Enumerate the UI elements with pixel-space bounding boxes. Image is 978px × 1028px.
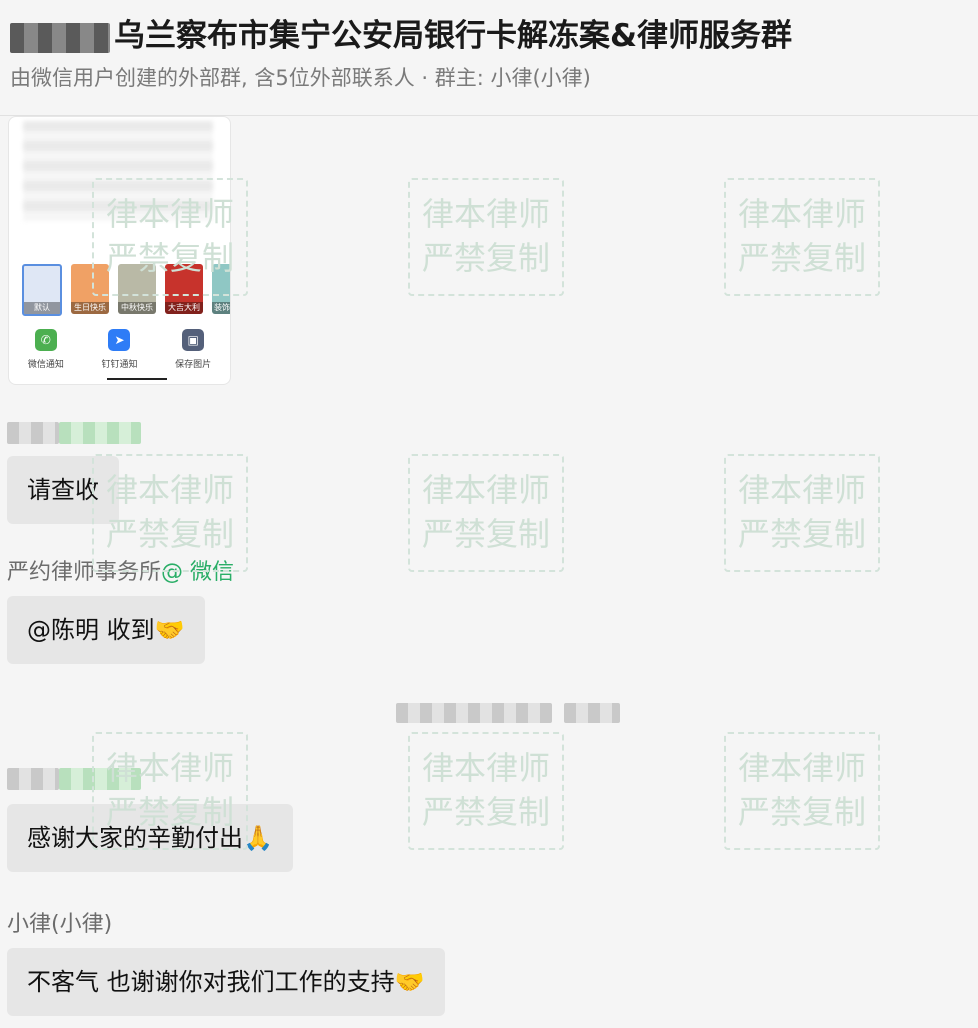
share-wechat[interactable]: ✆ 微信通知 [16,329,76,370]
share-dingtalk[interactable]: ➤ 钉钉通知 [89,329,149,370]
group-subtitle: 由微信用户创建的外部群, 含5位外部联系人 · 群主: 小律(小律) [10,66,591,90]
dingtalk-icon: ➤ [108,329,131,351]
message-sender: 小律(小律) [7,912,113,937]
thumbnail-midautumn[interactable]: 中秋快乐 [118,264,156,314]
message-bubble[interactable]: @陈明 收到🤝 [7,596,205,664]
message-bubble[interactable]: 请查收 [7,456,119,524]
template-thumbnails: 默认 生日快乐 中秋快乐 大吉大利 装饰 [22,264,230,316]
chat-header: 乌兰察布市集宁公安局银行卡解冻案&律师服务群 由微信用户创建的外部群, 含5位外… [0,0,978,116]
message-list[interactable]: 默认 生日快乐 中秋快乐 大吉大利 装饰 ✆ 微信通知 ➤ 钉钉通知 ▣ 保存图片 请… [0,116,978,1028]
message-sender-redacted [7,420,141,445]
thumbnail-decor[interactable]: 装饰 [212,264,230,314]
redacted-image-content [23,121,213,221]
watermark: 律本律师 严禁复制 [724,454,880,572]
message-bubble[interactable]: 不客气 也谢谢你对我们工作的支持🤝 [7,948,445,1016]
share-options: ✆ 微信通知 ➤ 钉钉通知 ▣ 保存图片 [9,329,230,370]
group-title-text: 乌兰察布市集宁公安局银行卡解冻案&律师服务群 [114,18,793,54]
save-image-icon: ▣ [182,329,205,351]
image-message-card[interactable]: 默认 生日快乐 中秋快乐 大吉大利 装饰 ✆ 微信通知 ➤ 钉钉通知 ▣ 保存图片 [8,116,231,385]
system-notice-redacted [396,702,620,723]
message-sender-redacted [7,766,141,791]
thumbnail-birthday[interactable]: 生日快乐 [71,264,109,314]
share-save-image[interactable]: ▣ 保存图片 [163,329,223,370]
wechat-icon: ✆ [34,329,57,351]
watermark: 律本律师 严禁复制 [724,732,880,850]
watermark: 律本律师 严禁复制 [408,178,564,296]
sender-name: 严约律师事务所 [7,560,162,585]
message-bubble[interactable]: 感谢大家的辛勤付出🙏 [7,804,293,872]
thumbnail-lucky[interactable]: 大吉大利 [165,264,203,314]
group-title[interactable]: 乌兰察布市集宁公安局银行卡解冻案&律师服务群 [10,10,792,55]
redacted-title-prefix [10,22,110,53]
active-tab-indicator [107,378,167,380]
sender-wechat-tag: @ 微信 [161,560,235,585]
watermark: 律本律师 严禁复制 [408,454,564,572]
watermark: 律本律师 严禁复制 [724,178,880,296]
watermark: 律本律师 严禁复制 [408,732,564,850]
message-sender: 严约律师事务所@ 微信 [7,554,234,586]
thumbnail-default[interactable]: 默认 [22,264,62,316]
